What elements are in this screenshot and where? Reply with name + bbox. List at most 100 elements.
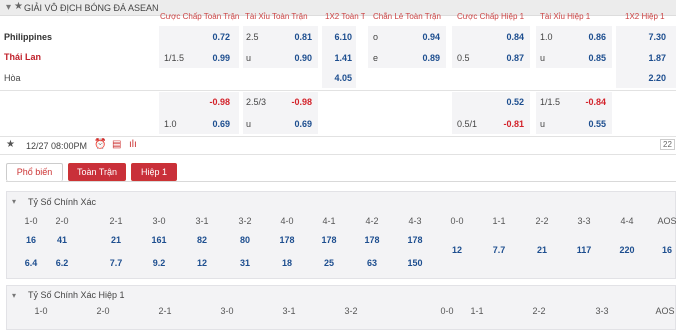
score-label: AOS bbox=[657, 216, 676, 226]
score-label-h1: 3-0 bbox=[220, 306, 234, 316]
score-odds-draw[interactable]: 7.7 bbox=[482, 245, 516, 255]
score-label: 4-0 bbox=[280, 216, 294, 226]
odds-h1-1x2-away[interactable]: 1.87 bbox=[636, 53, 666, 63]
score-odds-home[interactable]: 161 bbox=[142, 235, 176, 245]
score-label-h1: 1-0 bbox=[34, 306, 48, 316]
odds-alt-hcp-away[interactable]: 0.69 bbox=[200, 119, 230, 129]
score-odds-home[interactable]: 82 bbox=[185, 235, 219, 245]
stats-sheet-icon[interactable]: ▤ bbox=[112, 139, 121, 150]
score-odds-home[interactable]: 178 bbox=[312, 235, 346, 245]
odds-h1-hcp-home[interactable]: 0.84 bbox=[494, 32, 524, 42]
col-ou-h1: Tài Xỉu Hiệp 1 bbox=[540, 12, 591, 21]
score-odds-home[interactable]: 178 bbox=[398, 235, 432, 245]
score-odds-home[interactable]: 178 bbox=[355, 235, 389, 245]
favorite-star-icon[interactable]: ★ bbox=[6, 139, 15, 150]
score-odds-away[interactable]: 7.7 bbox=[99, 258, 133, 268]
score-label-h1: 3-2 bbox=[344, 306, 358, 316]
tab-underline bbox=[6, 181, 676, 182]
score-label-h1: 3-1 bbox=[282, 306, 296, 316]
odds-alt-ou-under[interactable]: 0.69 bbox=[282, 119, 312, 129]
h1-ou-u-label: u bbox=[540, 53, 546, 63]
odds-hcp-home[interactable]: 0.72 bbox=[200, 32, 230, 42]
score-odds-away[interactable]: 25 bbox=[312, 258, 346, 268]
alt-hcp-line: 1.0 bbox=[164, 119, 177, 129]
col-oe-ft: Chẵn Lẻ Toàn Trận bbox=[373, 12, 441, 21]
ou-u-label: u bbox=[246, 53, 252, 63]
score-label: 1-1 bbox=[492, 216, 506, 226]
score-odds-draw[interactable]: 117 bbox=[567, 245, 601, 255]
odds-1x2-home[interactable]: 6.10 bbox=[322, 32, 352, 42]
collapse-icon[interactable]: ▾ bbox=[12, 291, 16, 300]
score-label-h1: 2-2 bbox=[532, 306, 546, 316]
score-label: 3-2 bbox=[238, 216, 252, 226]
score-odds-away[interactable]: 6.2 bbox=[45, 258, 79, 268]
chart-icon[interactable]: ılı bbox=[129, 139, 137, 150]
odds-h1-1x2-home[interactable]: 7.30 bbox=[636, 32, 666, 42]
score-label: 4-3 bbox=[408, 216, 422, 226]
star-icon[interactable]: ★ bbox=[14, 1, 23, 12]
odds-alt-h1-hcp-away[interactable]: -0.81 bbox=[494, 119, 524, 129]
h1-hcp-line: 0.5 bbox=[457, 53, 470, 63]
odds-alt-h1-hcp-home[interactable]: 0.52 bbox=[494, 97, 524, 107]
score-odds-draw[interactable]: 220 bbox=[610, 245, 644, 255]
score-odds-draw[interactable]: 12 bbox=[440, 245, 474, 255]
h1-ou-line: 1.0 bbox=[540, 32, 553, 42]
more-markets-count[interactable]: 22 bbox=[660, 139, 675, 150]
score-odds-draw[interactable]: 21 bbox=[525, 245, 559, 255]
score-label-h1: 0-0 bbox=[440, 306, 454, 316]
odds-ou-under[interactable]: 0.90 bbox=[282, 53, 312, 63]
score-odds-home[interactable]: 21 bbox=[99, 235, 133, 245]
divider bbox=[0, 154, 676, 155]
odds-ou-over[interactable]: 0.81 bbox=[282, 32, 312, 42]
hcp-line: 1/1.5 bbox=[164, 53, 185, 63]
alt-ou-line: 2.5/3 bbox=[246, 97, 267, 107]
col-hcp-ft: Cược Chấp Toàn Trận bbox=[160, 12, 240, 21]
tab-popular[interactable]: Phổ biến bbox=[6, 163, 63, 181]
score-odds-away[interactable]: 63 bbox=[355, 258, 389, 268]
oe-e-label: e bbox=[373, 53, 379, 63]
score-odds-home[interactable]: 80 bbox=[228, 235, 262, 245]
alt-h1-hcp-line: 0.5/1 bbox=[457, 119, 478, 129]
odds-h1-1x2-draw[interactable]: 2.20 bbox=[636, 73, 666, 83]
col-1x2-ft: 1X2 Toàn Trận bbox=[325, 12, 365, 21]
odds-1x2-draw[interactable]: 4.05 bbox=[322, 73, 352, 83]
team-home: Philippines bbox=[4, 32, 53, 42]
odds-alt-ou-over[interactable]: -0.98 bbox=[282, 97, 312, 107]
collapse-icon[interactable]: ▾ bbox=[12, 197, 16, 206]
score-odds-away[interactable]: 31 bbox=[228, 258, 262, 268]
tab-full-time[interactable]: Toàn Trận bbox=[68, 163, 126, 181]
score-odds-away[interactable]: 18 bbox=[270, 258, 304, 268]
odds-hcp-away[interactable]: 0.99 bbox=[200, 53, 230, 63]
score-odds-home[interactable]: 41 bbox=[45, 235, 79, 245]
score-label: 2-0 bbox=[55, 216, 69, 226]
score-odds-draw[interactable]: 16 bbox=[650, 245, 676, 255]
score-odds-home[interactable]: 16 bbox=[14, 235, 48, 245]
league-title: GIẢI VÔ ĐỊCH BÓNG ĐÁ ASEAN bbox=[24, 3, 159, 13]
score-label: 3-3 bbox=[577, 216, 591, 226]
collapse-icon[interactable]: ▾ bbox=[6, 2, 11, 13]
odds-alt-hcp-home[interactable]: -0.98 bbox=[200, 97, 230, 107]
score-odds-away[interactable]: 6.4 bbox=[14, 258, 48, 268]
odds-h1-ou-over[interactable]: 0.86 bbox=[576, 32, 606, 42]
odds-h1-ou-under[interactable]: 0.85 bbox=[576, 53, 606, 63]
odds-oe-odd[interactable]: 0.94 bbox=[410, 32, 440, 42]
score-odds-away[interactable]: 9.2 bbox=[142, 258, 176, 268]
score-label: 4-2 bbox=[365, 216, 379, 226]
odds-h1-hcp-away[interactable]: 0.87 bbox=[494, 53, 524, 63]
score-odds-home[interactable]: 178 bbox=[270, 235, 304, 245]
odds-1x2-away[interactable]: 1.41 bbox=[322, 53, 352, 63]
score-label: 0-0 bbox=[450, 216, 464, 226]
tab-first-half[interactable]: Hiệp 1 bbox=[131, 163, 177, 181]
odds-oe-even[interactable]: 0.89 bbox=[410, 53, 440, 63]
alt-h1-ou-u-label: u bbox=[540, 119, 546, 129]
score-odds-away[interactable]: 12 bbox=[185, 258, 219, 268]
team-away: Thái Lan bbox=[4, 52, 42, 62]
alt-ou-u-label: u bbox=[246, 119, 252, 129]
score-label-h1: 2-1 bbox=[158, 306, 172, 316]
match-datetime: 12/27 08:00PM bbox=[26, 141, 88, 151]
odds-alt-h1-ou-under[interactable]: 0.55 bbox=[576, 119, 606, 129]
score-label: 4-4 bbox=[620, 216, 634, 226]
odds-alt-h1-ou-over[interactable]: -0.84 bbox=[576, 97, 606, 107]
alarm-icon[interactable]: ⏰ bbox=[94, 139, 106, 150]
score-odds-away[interactable]: 150 bbox=[398, 258, 432, 268]
